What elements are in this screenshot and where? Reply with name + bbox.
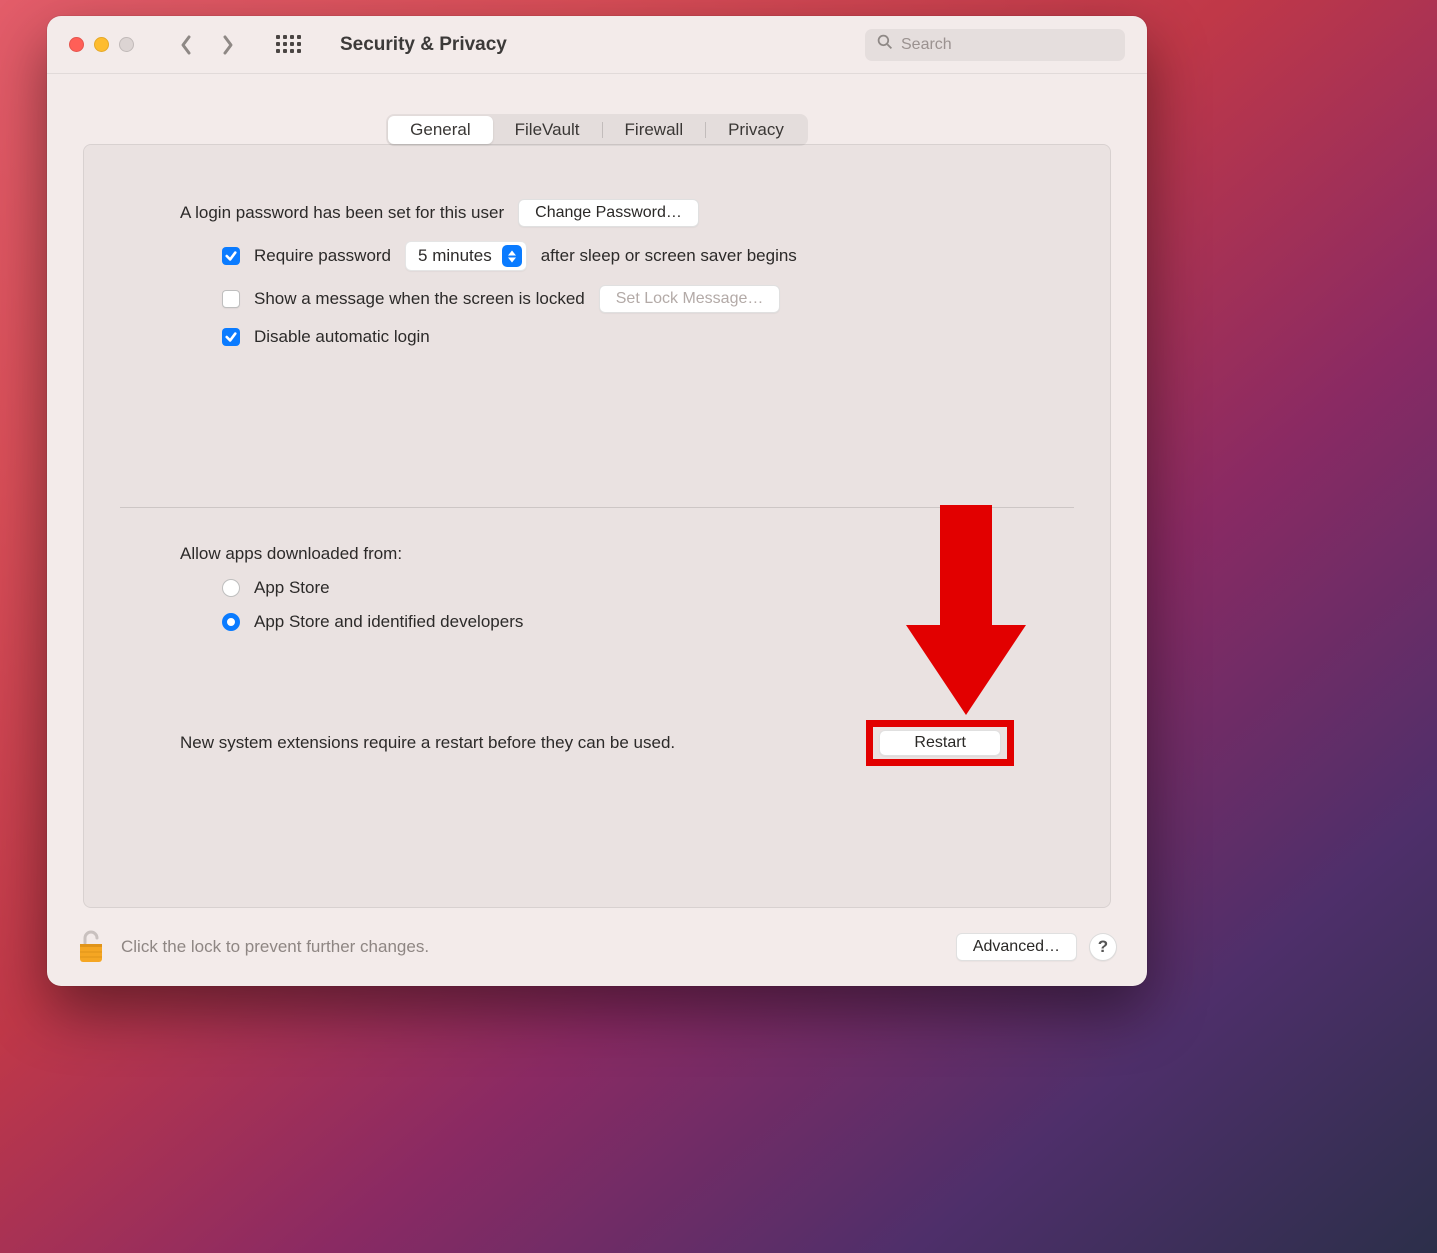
disable-auto-login-checkbox[interactable] bbox=[222, 328, 240, 346]
change-password-button[interactable]: Change Password… bbox=[518, 199, 699, 227]
show-message-label: Show a message when the screen is locked bbox=[254, 289, 585, 309]
footer: Click the lock to prevent further change… bbox=[47, 908, 1147, 986]
restart-button[interactable]: Restart bbox=[879, 730, 1001, 756]
chevron-up-down-icon bbox=[502, 245, 522, 267]
tab-bar: General FileVault Firewall Privacy bbox=[386, 114, 808, 146]
advanced-button[interactable]: Advanced… bbox=[956, 933, 1077, 961]
restart-required-text: New system extensions require a restart … bbox=[180, 733, 675, 753]
require-password-label: Require password bbox=[254, 246, 391, 266]
disable-auto-login-label: Disable automatic login bbox=[254, 327, 430, 347]
minimize-window-button[interactable] bbox=[94, 37, 109, 52]
require-password-delay-select[interactable]: 5 minutes bbox=[405, 241, 527, 271]
arrow-annotation bbox=[906, 505, 1026, 725]
close-window-button[interactable] bbox=[69, 37, 84, 52]
general-panel: A login password has been set for this u… bbox=[83, 144, 1111, 908]
show-message-checkbox[interactable] bbox=[222, 290, 240, 308]
forward-button[interactable] bbox=[218, 35, 238, 55]
preferences-window: Security & Privacy General FileVault Fir… bbox=[47, 16, 1147, 986]
lock-icon[interactable] bbox=[77, 929, 105, 965]
search-input[interactable] bbox=[901, 36, 1113, 54]
lock-hint-text: Click the lock to prevent further change… bbox=[121, 937, 429, 957]
allow-identified-devs-radio[interactable] bbox=[222, 613, 240, 631]
titlebar: Security & Privacy bbox=[47, 16, 1147, 74]
content-area: General FileVault Firewall Privacy A log… bbox=[47, 74, 1147, 908]
allow-identified-devs-label: App Store and identified developers bbox=[254, 612, 523, 632]
allow-app-store-radio[interactable] bbox=[222, 579, 240, 597]
allow-app-store-label: App Store bbox=[254, 578, 330, 598]
window-title: Security & Privacy bbox=[340, 34, 507, 56]
zoom-window-button[interactable] bbox=[119, 37, 134, 52]
tab-firewall[interactable]: Firewall bbox=[603, 116, 706, 144]
require-password-after-text: after sleep or screen saver begins bbox=[541, 246, 797, 266]
show-all-icon[interactable] bbox=[276, 35, 296, 55]
require-password-delay-value: 5 minutes bbox=[418, 246, 492, 266]
login-password-text: A login password has been set for this u… bbox=[180, 203, 504, 223]
search-field[interactable] bbox=[865, 29, 1125, 61]
search-icon bbox=[877, 34, 893, 55]
tab-privacy[interactable]: Privacy bbox=[706, 116, 806, 144]
nav-buttons bbox=[176, 35, 238, 55]
set-lock-message-button: Set Lock Message… bbox=[599, 285, 781, 313]
allow-apps-label: Allow apps downloaded from: bbox=[180, 544, 1014, 564]
help-button[interactable]: ? bbox=[1089, 933, 1117, 961]
window-controls bbox=[69, 37, 134, 52]
require-password-checkbox[interactable] bbox=[222, 247, 240, 265]
tab-filevault[interactable]: FileVault bbox=[493, 116, 602, 144]
restart-highlight-annotation: Restart bbox=[866, 720, 1014, 766]
tab-general[interactable]: General bbox=[388, 116, 492, 144]
back-button[interactable] bbox=[176, 35, 196, 55]
